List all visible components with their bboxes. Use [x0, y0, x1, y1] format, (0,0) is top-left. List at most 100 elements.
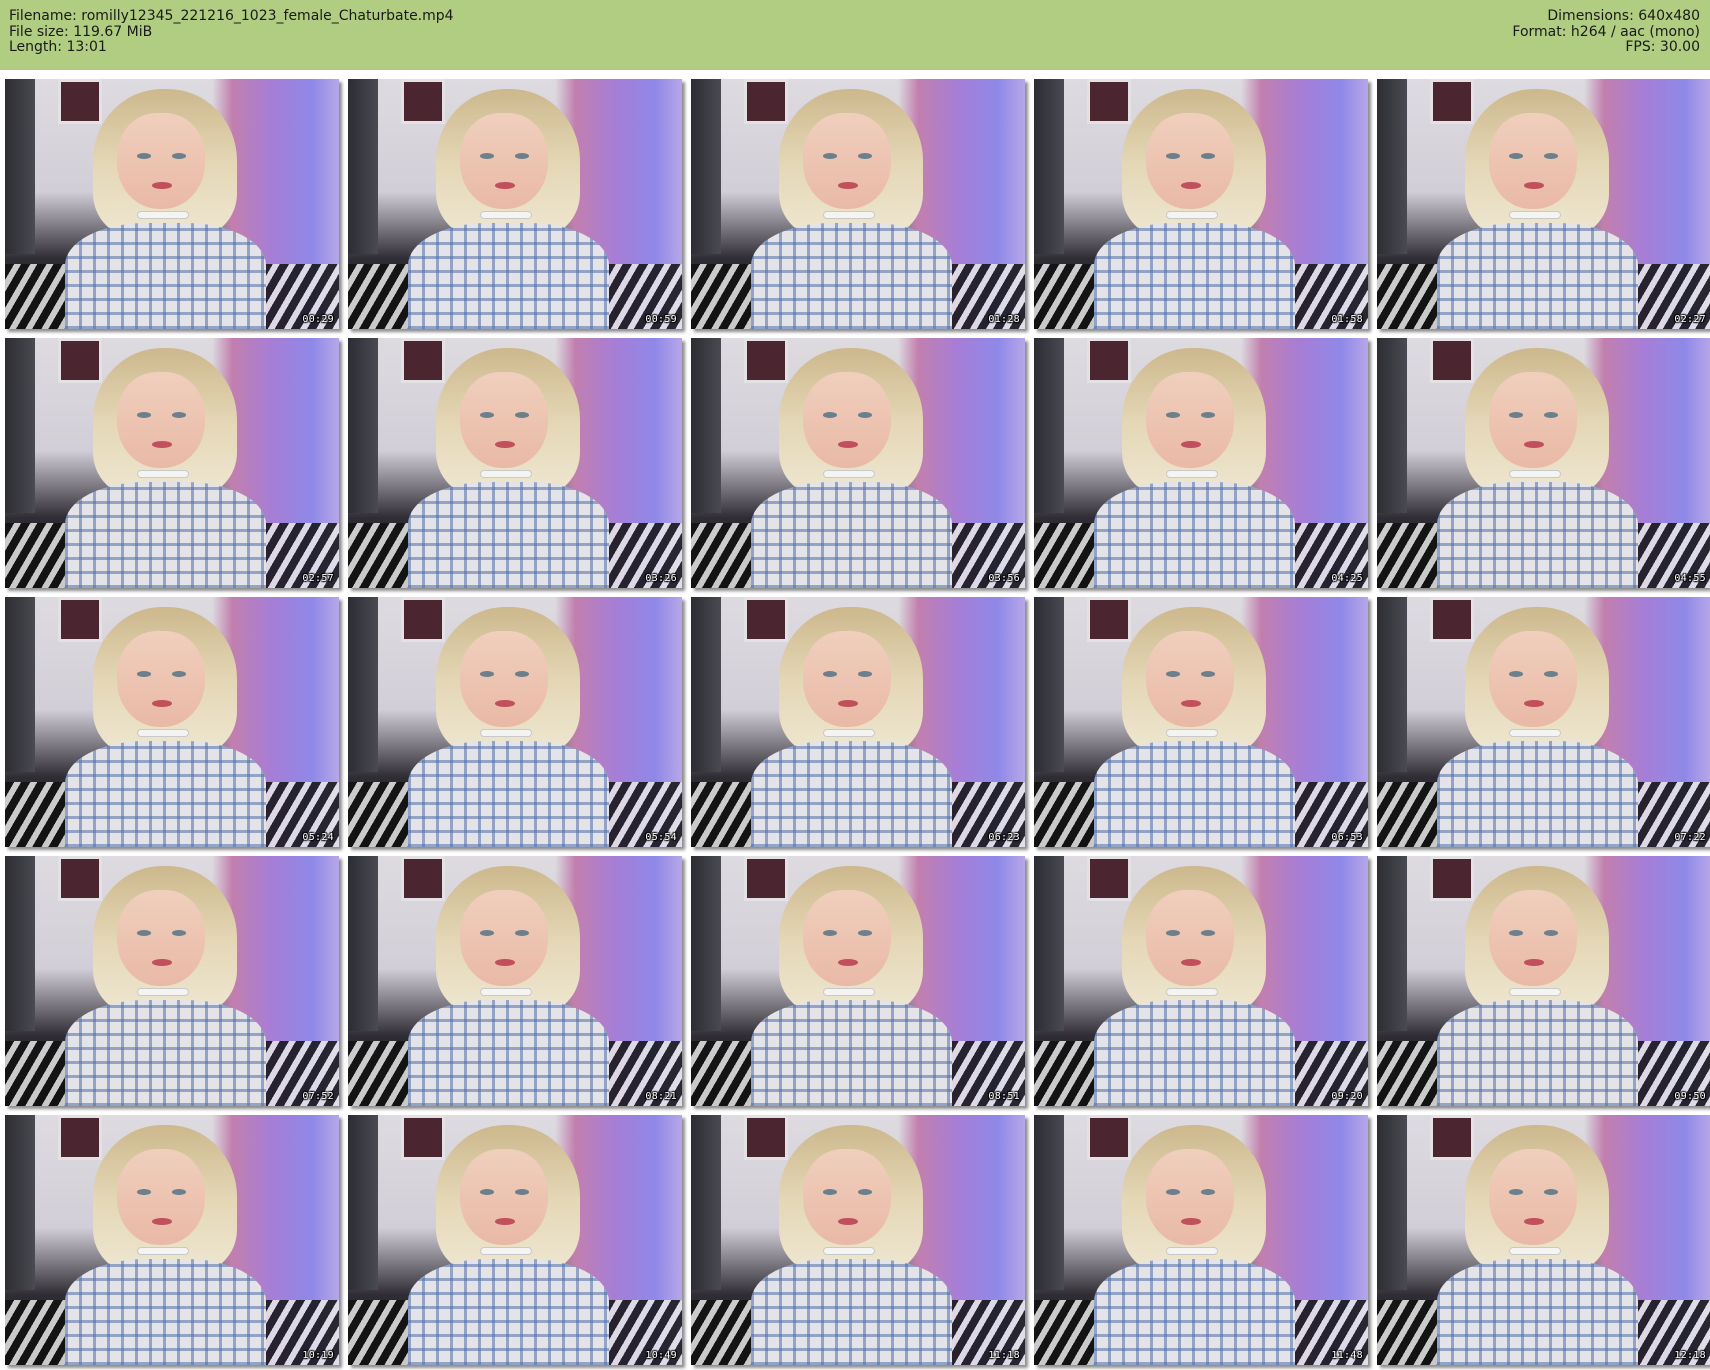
file-info-right: Dimensions: 640x480 Format: h264 / aac (… [1512, 8, 1700, 56]
video-thumbnail[interactable]: 02:27 [1377, 79, 1710, 329]
frame-background [5, 338, 36, 513]
file-size-text: File size: 119.67 MiB [9, 23, 153, 40]
frame-person [1094, 89, 1295, 329]
frame-background [348, 597, 379, 772]
frame-person [1094, 1125, 1295, 1365]
thumbnail-timestamp: 00:29 [302, 314, 334, 325]
video-thumbnail[interactable]: 06:23 [691, 597, 1025, 847]
video-thumbnail[interactable]: 05:24 [5, 597, 339, 847]
thumbnail-timestamp: 09:50 [1674, 1091, 1706, 1102]
video-thumbnail[interactable]: 08:51 [691, 856, 1025, 1106]
video-thumbnail[interactable]: 04:55 [1377, 338, 1710, 588]
video-thumbnail[interactable]: 00:29 [5, 79, 339, 329]
info-header: Filename: romilly12345_221216_1023_femal… [0, 0, 1710, 70]
frame-background [691, 338, 722, 513]
thumbnail-grid: 00:29 00:59 01:28 01:58 02:27 02:57 03:26 03:56… [5, 79, 1710, 1365]
video-thumbnail[interactable]: 07:22 [1377, 597, 1710, 847]
video-thumbnail[interactable]: 12:18 [1377, 1115, 1710, 1365]
thumbnail-timestamp: 02:27 [1674, 314, 1706, 325]
frame-person [408, 866, 609, 1106]
thumbnail-timestamp: 09:20 [1331, 1091, 1363, 1102]
frame-person [1437, 866, 1638, 1106]
frame-person [751, 607, 952, 847]
frame-person [1094, 348, 1295, 588]
thumbnail-timestamp: 05:24 [302, 832, 334, 843]
frame-background [691, 597, 722, 772]
frame-background [5, 597, 36, 772]
thumbnail-timestamp: 08:21 [645, 1091, 677, 1102]
frame-background [1034, 338, 1065, 513]
frame-person [65, 89, 266, 329]
frame-background [691, 79, 722, 254]
frame-background [1034, 597, 1065, 772]
frame-person [1094, 866, 1295, 1106]
frame-background [348, 1115, 379, 1290]
video-thumbnail[interactable]: 09:20 [1034, 856, 1368, 1106]
frame-person [1437, 348, 1638, 588]
video-thumbnail[interactable]: 08:21 [348, 856, 682, 1106]
frame-background [5, 856, 36, 1031]
frame-person [751, 348, 952, 588]
frame-person [751, 89, 952, 329]
frame-background [1377, 1115, 1408, 1290]
thumbnail-timestamp: 04:55 [1674, 573, 1706, 584]
dimensions-text: Dimensions: 640x480 [1547, 8, 1700, 24]
thumbnail-timestamp: 07:52 [302, 1091, 334, 1102]
frame-background [5, 79, 36, 254]
frame-person [408, 89, 609, 329]
frame-background [348, 856, 379, 1031]
thumbnail-timestamp: 01:58 [1331, 314, 1363, 325]
frame-background [691, 856, 722, 1031]
thumbnail-timestamp: 10:49 [645, 1350, 677, 1361]
thumbnail-timestamp: 12:18 [1674, 1350, 1706, 1361]
frame-background [1377, 597, 1408, 772]
frame-person [751, 1125, 952, 1365]
thumbnail-timestamp: 06:23 [988, 832, 1020, 843]
format-text: Format: h264 / aac (mono) [1512, 23, 1700, 40]
thumbnail-timestamp: 06:53 [1331, 832, 1363, 843]
thumbnail-timestamp: 11:48 [1331, 1350, 1363, 1361]
frame-background [1034, 1115, 1065, 1290]
video-thumbnail[interactable]: 03:56 [691, 338, 1025, 588]
frame-background [1377, 79, 1408, 254]
video-thumbnail[interactable]: 04:25 [1034, 338, 1368, 588]
frame-background [348, 79, 379, 254]
video-thumbnail[interactable]: 01:58 [1034, 79, 1368, 329]
frame-background [5, 1115, 36, 1290]
video-thumbnail[interactable]: 07:52 [5, 856, 339, 1106]
frame-background [348, 338, 379, 513]
frame-person [65, 1125, 266, 1365]
video-thumbnail[interactable]: 11:48 [1034, 1115, 1368, 1365]
video-thumbnail[interactable]: 02:57 [5, 338, 339, 588]
fps-text: FPS: 30.00 [1625, 39, 1700, 55]
frame-person [1094, 607, 1295, 847]
video-thumbnail[interactable]: 00:59 [348, 79, 682, 329]
video-thumbnail[interactable]: 03:26 [348, 338, 682, 588]
video-thumbnail[interactable]: 10:49 [348, 1115, 682, 1365]
frame-person [65, 866, 266, 1106]
frame-person [65, 607, 266, 847]
file-info-left: Filename: romilly12345_221216_1023_femal… [9, 8, 454, 56]
frame-person [751, 866, 952, 1106]
thumbnail-timestamp: 01:28 [988, 314, 1020, 325]
frame-person [1437, 1125, 1638, 1365]
thumbnail-timestamp: 05:54 [645, 832, 677, 843]
video-thumbnail[interactable]: 01:28 [691, 79, 1025, 329]
video-thumbnail[interactable]: 11:18 [691, 1115, 1025, 1365]
frame-person [1437, 89, 1638, 329]
thumbnail-timestamp: 07:22 [1674, 832, 1706, 843]
frame-background [1377, 856, 1408, 1031]
video-thumbnail[interactable]: 05:54 [348, 597, 682, 847]
frame-background [691, 1115, 722, 1290]
video-thumbnail[interactable]: 10:19 [5, 1115, 339, 1365]
frame-person [65, 348, 266, 588]
frame-background [1034, 79, 1065, 254]
thumbnail-timestamp: 10:19 [302, 1350, 334, 1361]
length-text: Length: 13:01 [9, 39, 107, 55]
video-thumbnail[interactable]: 06:53 [1034, 597, 1368, 847]
frame-person [1437, 607, 1638, 847]
frame-person [408, 607, 609, 847]
video-thumbnail[interactable]: 09:50 [1377, 856, 1710, 1106]
frame-background [1034, 856, 1065, 1031]
thumbnail-timestamp: 03:56 [988, 573, 1020, 584]
